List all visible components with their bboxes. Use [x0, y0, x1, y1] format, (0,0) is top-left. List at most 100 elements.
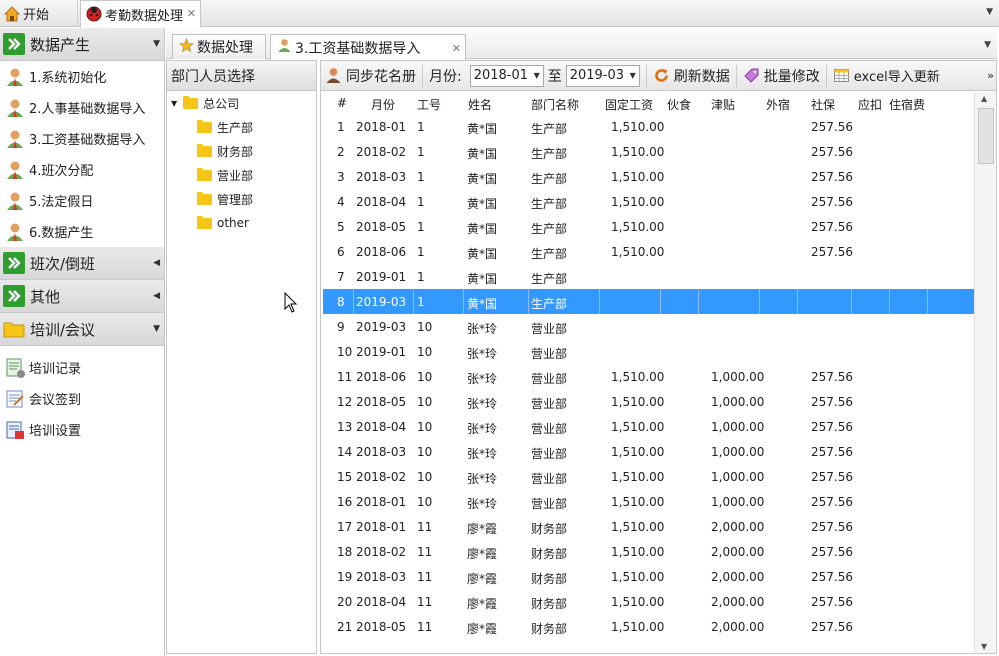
- sync-roster-button[interactable]: 同步花名册: [321, 61, 420, 91]
- table-cell[interactable]: 2,000.00: [711, 520, 764, 534]
- table-cell[interactable]: 2018-03: [356, 170, 406, 184]
- column-header[interactable]: 月份: [371, 96, 395, 113]
- table-cell[interactable]: 2018-04: [356, 595, 406, 609]
- table-cell[interactable]: 1: [417, 145, 425, 159]
- column-header[interactable]: 部门名称: [531, 96, 579, 113]
- close-icon[interactable]: ✕: [452, 42, 461, 55]
- table-cell[interactable]: 1: [417, 245, 425, 259]
- table-cell[interactable]: 11: [417, 545, 432, 559]
- table-cell[interactable]: 1,000.00: [711, 420, 764, 434]
- table-cell[interactable]: 2018-02: [356, 545, 406, 559]
- table-row[interactable]: 19 2018-03 11 廖*霞 财务部 1,510.00 2,000.00 257.56: [323, 564, 974, 589]
- vertical-scrollbar[interactable]: ▲ ▼: [974, 92, 996, 653]
- table-cell[interactable]: 257.56: [811, 145, 853, 159]
- table-cell[interactable]: 营业部: [531, 420, 567, 437]
- refresh-button[interactable]: 刷新数据: [649, 61, 734, 91]
- table-row[interactable]: 11 2018-06 10 张*玲 营业部 1,510.00 1,000.00 257.56: [323, 364, 974, 389]
- table-cell[interactable]: 廖*霞: [467, 595, 497, 612]
- column-header[interactable]: #: [337, 96, 347, 110]
- table-cell[interactable]: 8: [337, 295, 345, 309]
- table-cell[interactable]: 张*玲: [467, 495, 497, 512]
- table-cell[interactable]: 2,000.00: [711, 595, 764, 609]
- chevron-down-icon[interactable]: ▼: [986, 7, 993, 17]
- table-cell[interactable]: 1,510.00: [611, 220, 664, 234]
- table-cell[interactable]: 黄*国: [467, 195, 497, 212]
- table-cell[interactable]: 营业部: [531, 345, 567, 362]
- table-cell[interactable]: 张*玲: [467, 445, 497, 462]
- table-cell[interactable]: 20: [337, 595, 352, 609]
- table-row[interactable]: 18 2018-02 11 廖*霞 财务部 1,510.00 2,000.00 257.56: [323, 539, 974, 564]
- table-cell[interactable]: 2018-05: [356, 620, 406, 634]
- sidebar-item[interactable]: 培训记录: [0, 352, 164, 383]
- table-cell[interactable]: 257.56: [811, 495, 853, 509]
- table-cell[interactable]: 黄*国: [467, 270, 497, 287]
- table-row[interactable]: 15 2018-02 10 张*玲 营业部 1,510.00 1,000.00 257.56: [323, 464, 974, 489]
- table-cell[interactable]: 257.56: [811, 395, 853, 409]
- table-cell[interactable]: 1,510.00: [611, 520, 664, 534]
- table-row[interactable]: 13 2018-04 10 张*玲 营业部 1,510.00 1,000.00 257.56: [323, 414, 974, 439]
- table-cell[interactable]: 廖*霞: [467, 520, 497, 537]
- table-cell[interactable]: 257.56: [811, 420, 853, 434]
- table-cell[interactable]: 257.56: [811, 170, 853, 184]
- table-cell[interactable]: 2019-03: [356, 295, 406, 309]
- table-cell[interactable]: 11: [417, 595, 432, 609]
- table-cell[interactable]: 10: [417, 370, 432, 384]
- table-cell[interactable]: 1,510.00: [611, 570, 664, 584]
- table-cell[interactable]: 21: [337, 620, 352, 634]
- sidebar-item[interactable]: 5.法定假日: [0, 185, 164, 216]
- table-cell[interactable]: 4: [337, 195, 345, 209]
- sidebar-item[interactable]: 3.工资基础数据导入: [0, 123, 164, 154]
- table-cell[interactable]: 2018-02: [356, 145, 406, 159]
- table-cell[interactable]: 10: [417, 345, 432, 359]
- tree-node-department[interactable]: 生产部: [167, 115, 316, 139]
- table-cell[interactable]: 2018-03: [356, 570, 406, 584]
- table-cell[interactable]: 9: [337, 320, 345, 334]
- table-cell[interactable]: 2: [337, 145, 345, 159]
- sidebar-group-shift[interactable]: 班次/倒班 ◀: [0, 247, 164, 280]
- tab-data-processing[interactable]: 数据处理: [172, 34, 266, 59]
- table-cell[interactable]: 10: [417, 495, 432, 509]
- table-cell[interactable]: 257.56: [811, 370, 853, 384]
- column-header[interactable]: 工号: [417, 96, 441, 113]
- table-cell[interactable]: 财务部: [531, 595, 567, 612]
- table-row[interactable]: 10 2019-01 10 张*玲 营业部: [323, 339, 974, 364]
- table-cell[interactable]: 257.56: [811, 245, 853, 259]
- table-row[interactable]: 16 2018-01 10 张*玲 营业部 1,510.00 1,000.00 257.56: [323, 489, 974, 514]
- column-header[interactable]: 姓名: [468, 96, 492, 113]
- table-cell[interactable]: 1: [417, 220, 425, 234]
- tree-node-department[interactable]: other: [167, 211, 316, 235]
- table-cell[interactable]: 营业部: [531, 445, 567, 462]
- table-cell[interactable]: 10: [417, 445, 432, 459]
- table-cell[interactable]: 1,510.00: [611, 495, 664, 509]
- sidebar-group-training[interactable]: 培训/会议 ▼: [0, 313, 164, 346]
- month-to-select[interactable]: 2019-03 ▼: [565, 64, 640, 87]
- table-cell[interactable]: 10: [417, 320, 432, 334]
- sidebar-item[interactable]: 4.班次分配: [0, 154, 164, 185]
- table-cell[interactable]: 生产部: [531, 120, 567, 137]
- table-cell[interactable]: 廖*霞: [467, 620, 497, 637]
- table-cell[interactable]: 2018-01: [356, 120, 406, 134]
- table-cell[interactable]: 2018-05: [356, 220, 406, 234]
- table-cell[interactable]: 黄*国: [467, 145, 497, 162]
- table-cell[interactable]: 2018-05: [356, 395, 406, 409]
- table-cell[interactable]: 1: [417, 270, 425, 284]
- sidebar-item[interactable]: 培训设置: [0, 414, 164, 445]
- table-cell[interactable]: 257.56: [811, 220, 853, 234]
- scroll-down-icon[interactable]: ▼: [981, 642, 987, 651]
- sidebar-item[interactable]: 会议签到: [0, 383, 164, 414]
- table-cell[interactable]: 廖*霞: [467, 545, 497, 562]
- table-cell[interactable]: 生产部: [531, 170, 567, 187]
- table-cell[interactable]: 13: [337, 420, 352, 434]
- table-cell[interactable]: 黄*国: [467, 295, 497, 312]
- table-cell[interactable]: 财务部: [531, 570, 567, 587]
- table-cell[interactable]: 12: [337, 395, 352, 409]
- excel-import-button[interactable]: excel导入更新: [829, 61, 944, 91]
- table-cell[interactable]: 财务部: [531, 545, 567, 562]
- table-row[interactable]: 3 2018-03 1 黄*国 生产部 1,510.00 257.56: [323, 164, 974, 189]
- table-row[interactable]: 14 2018-03 10 张*玲 营业部 1,510.00 1,000.00 257.56: [323, 439, 974, 464]
- table-cell[interactable]: 10: [417, 395, 432, 409]
- table-cell[interactable]: 6: [337, 245, 345, 259]
- table-cell[interactable]: 2018-04: [356, 195, 406, 209]
- table-cell[interactable]: 3: [337, 170, 345, 184]
- table-cell[interactable]: 黄*国: [467, 170, 497, 187]
